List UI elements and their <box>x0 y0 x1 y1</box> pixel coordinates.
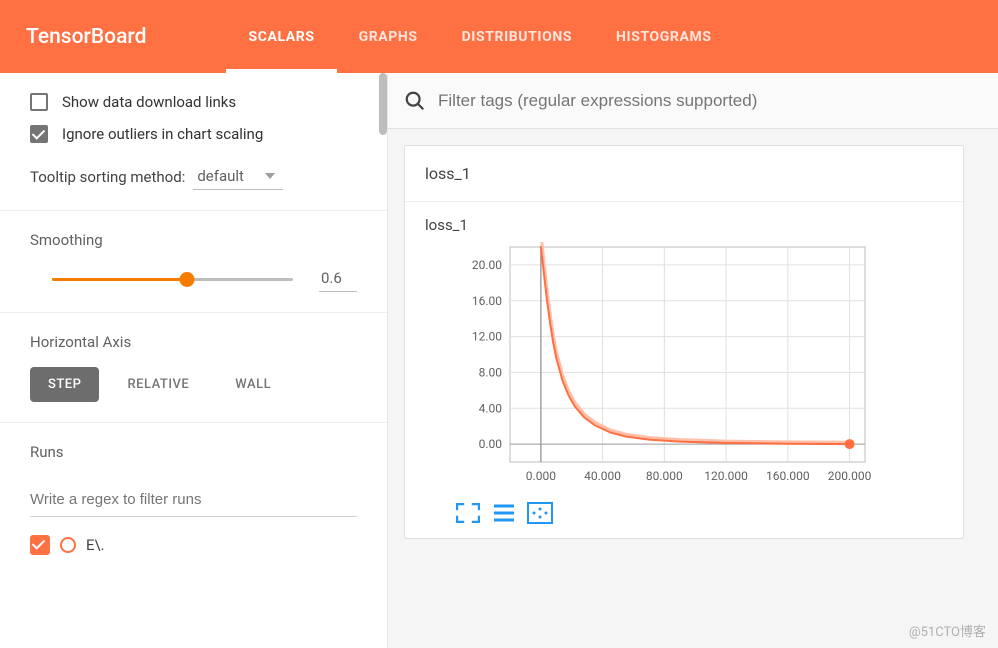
chart-title: loss_1 <box>425 216 943 234</box>
rect-dots-icon <box>531 506 549 520</box>
app-header: TensorBoard SCALARS GRAPHS DISTRIBUTIONS… <box>0 0 998 73</box>
axis-wall-button[interactable]: WALL <box>217 367 289 402</box>
tab-histograms[interactable]: HISTOGRAMS <box>594 0 734 73</box>
chevron-down-icon <box>265 173 275 179</box>
smoothing-slider[interactable] <box>52 269 293 289</box>
toggle-label: Ignore outliers in chart scaling <box>62 125 263 143</box>
svg-text:200.000: 200.000 <box>828 469 872 483</box>
svg-text:120.000: 120.000 <box>704 469 748 483</box>
toggle-ignore-outliers[interactable]: Ignore outliers in chart scaling <box>30 125 357 143</box>
svg-text:0.00: 0.00 <box>479 437 503 451</box>
section-title: Smoothing <box>30 231 357 249</box>
chart-svg: 0.00 4.00 8.00 12.00 16.00 20.00 0.000 40.000 80… <box>455 242 875 492</box>
tag-filter-input[interactable] <box>438 91 982 111</box>
svg-text:20.00: 20.00 <box>472 258 502 272</box>
scalar-chart[interactable]: 0.00 4.00 8.00 12.00 16.00 20.00 0.000 40.000 80… <box>455 242 875 492</box>
main-content: loss_1 loss_1 0.00 4.00 8.00 12.00 16.00 20.0… <box>388 73 998 648</box>
watermark: @51CTO博客 <box>909 621 986 640</box>
fullscreen-icon <box>456 503 480 523</box>
checkbox-checked-icon <box>30 535 50 555</box>
tab-scalars[interactable]: SCALARS <box>226 0 336 73</box>
tag-filter-row <box>388 73 998 129</box>
options-section: Show data download links Ignore outliers… <box>0 73 387 211</box>
tab-distributions[interactable]: DISTRIBUTIONS <box>440 0 594 73</box>
tab-graphs[interactable]: GRAPHS <box>337 0 440 73</box>
lines-icon <box>492 503 516 523</box>
section-title: Horizontal Axis <box>30 333 357 351</box>
svg-text:0.000: 0.000 <box>526 469 556 483</box>
tooltip-sort-label: Tooltip sorting method: <box>30 168 185 186</box>
app-logo: TensorBoard <box>26 25 146 49</box>
run-label: E\. <box>86 536 105 554</box>
svg-text:80.000: 80.000 <box>646 469 683 483</box>
expand-chart-button[interactable] <box>455 502 481 524</box>
scalar-card: loss_1 loss_1 0.00 4.00 8.00 12.00 16.00 20.0… <box>404 145 964 539</box>
toggle-log-axis-button[interactable] <box>491 502 517 524</box>
svg-text:12.00: 12.00 <box>472 330 502 344</box>
smoothing-value-input[interactable]: 0.6 <box>319 265 357 292</box>
toggle-show-download-links[interactable]: Show data download links <box>30 93 357 111</box>
section-title: Runs <box>30 443 357 461</box>
card-header[interactable]: loss_1 <box>405 146 963 202</box>
nav-tabs: SCALARS GRAPHS DISTRIBUTIONS HISTOGRAMS <box>226 0 733 73</box>
axis-step-button[interactable]: STEP <box>30 367 99 402</box>
search-icon <box>404 90 426 112</box>
fit-domain-button[interactable] <box>527 502 553 524</box>
slider-track-fill <box>52 278 187 281</box>
svg-text:4.00: 4.00 <box>479 401 503 415</box>
slider-thumb[interactable] <box>179 272 194 287</box>
toggle-label: Show data download links <box>62 93 236 111</box>
svg-text:16.00: 16.00 <box>472 294 502 308</box>
svg-text:8.00: 8.00 <box>479 365 503 379</box>
checkbox-icon <box>30 93 48 111</box>
tooltip-sort-select[interactable]: default <box>193 163 283 190</box>
select-value: default <box>197 167 244 185</box>
run-color-swatch <box>60 537 76 553</box>
runs-section: Runs E\. <box>0 423 387 575</box>
run-item[interactable]: E\. <box>30 535 357 555</box>
runs-filter-input[interactable] <box>30 485 357 517</box>
sidebar-scrollbar[interactable] <box>379 73 387 135</box>
axis-relative-button[interactable]: RELATIVE <box>109 367 207 402</box>
svg-text:40.000: 40.000 <box>584 469 621 483</box>
checkbox-checked-icon <box>30 125 48 143</box>
smoothing-section: Smoothing 0.6 <box>0 211 387 313</box>
horizontal-axis-section: Horizontal Axis STEP RELATIVE WALL <box>0 313 387 423</box>
sidebar: Show data download links Ignore outliers… <box>0 73 388 648</box>
svg-text:160.000: 160.000 <box>766 469 810 483</box>
